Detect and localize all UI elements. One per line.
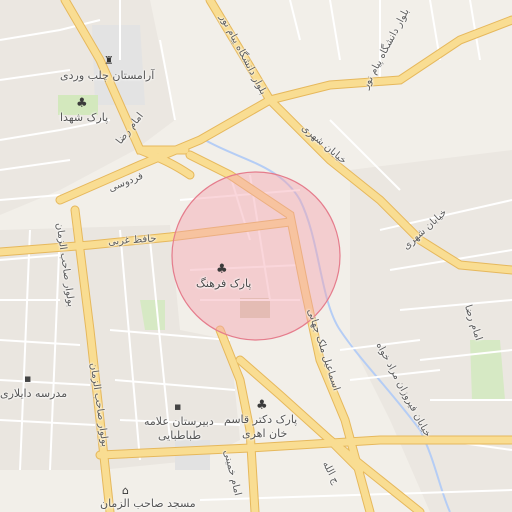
poi-label-park-shohada: پارک شهدا [60,111,109,124]
poi-label-dabirestan-2: طباطبایی [158,429,202,442]
tree-icon: ♣ [76,96,88,111]
tree-icon: ♣ [256,398,268,413]
mosque-icon: ⌂ [122,484,129,497]
poi-label-dabirestan-1: دبیرستان علامه [144,415,214,428]
poi-label-park-farhang: پارک فرهنگ [196,277,252,290]
monument-icon: ♜ [104,54,114,67]
poi-label-park-ghasem-1: پارک دکتر قاسم [224,413,298,426]
poi-label-aramestan: آرامستان چلب وردی [60,69,155,82]
school-icon: ▪ [174,400,182,413]
poi-label-madrese: مدرسه دایلاری [0,387,68,400]
school-icon: ▪ [24,372,32,385]
tree-icon: ♣ [216,262,228,277]
poi-label-park-ghasem-2: خان اهری [242,427,288,440]
poi-label-masjed: مسجد صاحب الزمان [100,497,196,510]
map-canvas[interactable]: بلوار دانشگاه پیام نور بلوار دانشگاه پیا… [0,0,512,512]
